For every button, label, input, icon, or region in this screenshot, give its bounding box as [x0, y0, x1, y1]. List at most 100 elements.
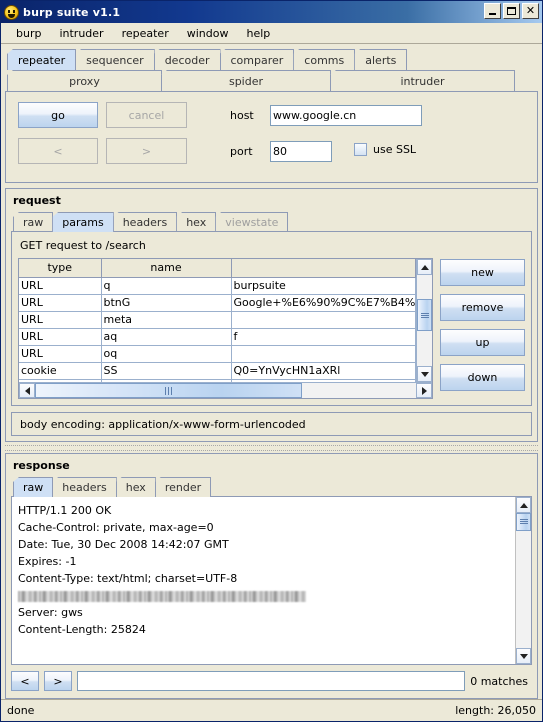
response-vscroll-track[interactable] [516, 513, 531, 648]
param-type-cell[interactable]: URL [19, 345, 102, 363]
find-input[interactable] [77, 671, 466, 691]
response-scroll-down-button[interactable] [516, 648, 531, 664]
response-tab-raw[interactable]: raw [13, 477, 54, 497]
find-next-button[interactable]: > [44, 671, 72, 691]
response-tab-headers[interactable]: headers [52, 477, 117, 497]
scroll-down-button[interactable] [417, 366, 432, 382]
response-scroll-up-button[interactable] [516, 497, 531, 513]
use-ssl-checkbox-group[interactable]: use SSL [354, 143, 416, 156]
hscroll-thumb[interactable] [35, 383, 302, 398]
param-value-cell[interactable] [231, 345, 416, 363]
tab-proxy[interactable]: proxy [7, 70, 162, 91]
param-value-cell[interactable]: Q0=YnVycHN1aXRl [231, 362, 416, 380]
move-up-button[interactable]: up [440, 329, 525, 356]
response-vertical-scrollbar[interactable] [515, 497, 531, 664]
param-name-cell[interactable]: meta [101, 311, 232, 329]
request-controls-panel: go cancel < > host port use SSL [5, 91, 538, 183]
param-type-cell[interactable]: URL [19, 311, 102, 329]
request-tab-hex[interactable]: hex [176, 212, 217, 232]
title-bar: burp suite v1.1 ✕ [1, 1, 542, 23]
param-type-cell[interactable]: cookie [19, 362, 102, 380]
go-button[interactable]: go [18, 102, 98, 128]
request-tab-raw[interactable]: raw [13, 212, 54, 232]
maximize-button[interactable] [503, 3, 520, 19]
menu-item-window[interactable]: window [178, 25, 238, 42]
param-name-cell[interactable]: btnG [101, 294, 232, 312]
match-count-label: 0 matches [470, 674, 528, 688]
status-bar: done length: 26,050 [1, 699, 542, 721]
find-previous-button[interactable]: < [11, 671, 39, 691]
response-body-container: HTTP/1.1 200 OK Cache-Control: private, m… [11, 496, 532, 665]
param-name-cell[interactable]: aq [101, 328, 232, 346]
params-horizontal-scrollbar[interactable] [19, 382, 432, 398]
new-param-button[interactable]: new [440, 259, 525, 286]
response-vscroll-thumb[interactable] [516, 513, 531, 531]
vscroll-thumb[interactable] [417, 298, 432, 332]
table-header-row: type name [19, 259, 416, 278]
scroll-up-button[interactable] [417, 259, 432, 275]
use-ssl-checkbox[interactable] [354, 143, 367, 156]
param-type-cell[interactable]: URL [19, 277, 102, 295]
length-label: length: 26,050 [455, 704, 536, 717]
tab-repeater[interactable]: repeater [7, 49, 77, 70]
move-down-button[interactable]: down [440, 364, 525, 391]
next-request-button[interactable]: > [106, 138, 187, 164]
table-row[interactable]: URL q burpsuite [19, 277, 416, 295]
column-header-type[interactable]: type [19, 259, 102, 278]
response-tab-render[interactable]: render [154, 477, 212, 497]
request-tab-params[interactable]: params [52, 212, 114, 232]
param-name-cell[interactable]: SS [101, 362, 232, 380]
port-input[interactable] [270, 141, 332, 162]
param-type-cell[interactable]: URL [19, 328, 102, 346]
vscroll-track[interactable] [417, 275, 432, 366]
tab-intruder[interactable]: intruder [330, 70, 515, 91]
remove-param-button[interactable]: remove [440, 294, 525, 321]
host-input[interactable] [270, 105, 422, 126]
menu-item-repeater[interactable]: repeater [113, 25, 178, 42]
table-row[interactable]: URL meta [19, 311, 416, 329]
params-table: type name URL q burpsuite URL btnG Google+%E6… [19, 259, 416, 382]
params-vertical-scrollbar[interactable] [416, 259, 432, 382]
main-tab-row-1: repeater sequencer decoder comparer comm… [1, 48, 542, 70]
column-header-name[interactable]: name [101, 259, 232, 278]
previous-request-button[interactable]: < [18, 138, 98, 164]
burp-suite-window: burp suite v1.1 ✕ burp intruder repeater… [0, 0, 543, 722]
table-row[interactable]: URL aq f [19, 328, 416, 346]
request-section-title: request [13, 194, 61, 207]
response-tab-hex[interactable]: hex [115, 477, 156, 497]
menu-item-burp[interactable]: burp [7, 25, 50, 42]
response-line: HTTP/1.1 200 OK [18, 504, 112, 517]
find-bar: < > 0 matches [11, 669, 532, 693]
param-value-cell[interactable]: Google+%E6%90%9C%E7%B4%A2 [231, 294, 416, 312]
tab-alerts[interactable]: alerts [354, 49, 408, 70]
param-name-cell[interactable]: q [101, 277, 232, 295]
table-row[interactable]: URL btnG Google+%E6%90%9C%E7%B4%A2 [19, 294, 416, 312]
panel-splitter[interactable] [5, 445, 538, 451]
column-header-value[interactable] [231, 259, 416, 278]
close-button[interactable]: ✕ [522, 3, 539, 19]
tab-decoder[interactable]: decoder [153, 49, 221, 70]
response-raw-text[interactable]: HTTP/1.1 200 OK Cache-Control: private, m… [12, 497, 515, 664]
param-value-cell[interactable]: f [231, 328, 416, 346]
tab-comms[interactable]: comms [293, 49, 356, 70]
param-type-cell[interactable]: URL [19, 294, 102, 312]
menu-item-help[interactable]: help [237, 25, 279, 42]
tab-sequencer[interactable]: sequencer [75, 49, 155, 70]
scroll-right-button[interactable] [416, 383, 432, 398]
minimize-button[interactable] [484, 3, 501, 19]
menu-item-intruder[interactable]: intruder [50, 25, 112, 42]
param-value-cell[interactable] [231, 311, 416, 329]
param-name-cell[interactable]: oq [101, 345, 232, 363]
scroll-left-button[interactable] [19, 383, 35, 398]
menu-bar: burp intruder repeater window help [1, 23, 542, 44]
hscroll-track[interactable] [35, 383, 416, 398]
request-tab-headers[interactable]: headers [112, 212, 178, 232]
table-row[interactable]: cookie SS Q0=YnVycHN1aXRl [19, 362, 416, 380]
response-line [18, 587, 509, 604]
tab-comparer[interactable]: comparer [219, 49, 295, 70]
tab-spider[interactable]: spider [161, 70, 331, 91]
main-tab-bar: repeater sequencer decoder comparer comm… [1, 44, 542, 91]
param-value-cell[interactable]: burpsuite [231, 277, 416, 295]
table-row[interactable]: URL oq [19, 345, 416, 363]
cancel-button[interactable]: cancel [106, 102, 187, 128]
